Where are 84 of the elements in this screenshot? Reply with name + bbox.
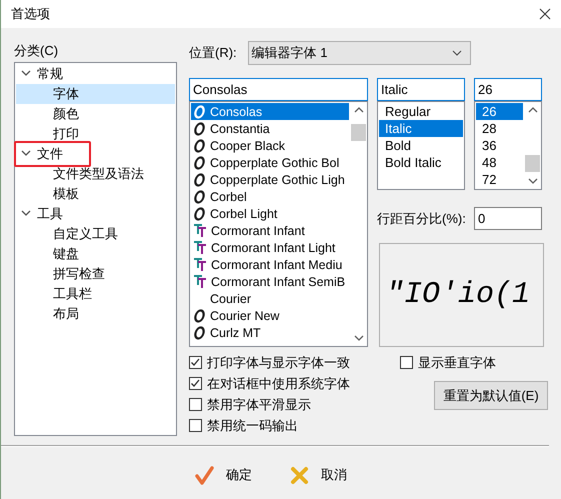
scroll-thumb[interactable] xyxy=(525,155,540,172)
tree-item[interactable]: 字体 xyxy=(16,84,175,104)
font-list-item[interactable]: Copperplate Gothic Bol xyxy=(191,154,349,171)
tree-item[interactable]: 文件 xyxy=(37,145,63,163)
checkbox-label: 打印字体与显示字体一致 xyxy=(207,354,350,372)
check-icon xyxy=(190,378,201,389)
checkbox-label: 在对话框中使用系统字体 xyxy=(207,374,350,392)
window-title: 首选项 xyxy=(11,5,50,23)
tree-item[interactable]: 拼写检查 xyxy=(16,264,175,284)
checkbox[interactable] xyxy=(400,356,413,369)
font-preview: "IO'io(1 xyxy=(379,243,544,347)
cross-icon xyxy=(290,466,309,484)
style-list-item[interactable]: Italic xyxy=(379,120,463,137)
truetype-font-icon xyxy=(193,240,207,255)
caret-icon xyxy=(452,50,462,56)
truetype-font-icon xyxy=(193,223,207,238)
size-list-item[interactable]: 26 xyxy=(476,103,523,120)
opentype-font-icon xyxy=(193,138,206,152)
size-list-item[interactable]: 36 xyxy=(476,137,523,154)
tree-item[interactable]: 颜色 xyxy=(16,104,175,124)
opentype-font-icon xyxy=(193,104,206,118)
tree-item[interactable]: 工具 xyxy=(37,205,63,223)
opentype-font-icon xyxy=(193,156,206,170)
scroll-thumb[interactable] xyxy=(351,124,366,141)
font-list-item[interactable]: Curlz MT xyxy=(191,324,349,341)
font-list-item[interactable]: Cormorant Infant SemiB xyxy=(191,273,349,290)
truetype-font-icon xyxy=(193,274,207,289)
close-icon[interactable] xyxy=(539,8,551,20)
font-input-field[interactable]: Consolas xyxy=(189,78,368,101)
location-label: 位置(R): xyxy=(189,44,237,62)
opentype-font-icon xyxy=(193,326,206,340)
checkbox-label: 显示垂直字体 xyxy=(418,354,496,372)
tree-item[interactable]: 模板 xyxy=(16,184,175,204)
truetype-font-icon xyxy=(193,257,207,272)
checkbox-label: 禁用字体平滑显示 xyxy=(207,396,311,414)
scroll-up-icon xyxy=(528,106,538,114)
scroll-down-icon xyxy=(528,177,538,185)
opentype-font-icon xyxy=(193,122,206,136)
size-list-item[interactable]: 72 xyxy=(476,171,523,188)
font-list-item[interactable]: Consolas xyxy=(191,103,349,120)
style-list-item[interactable]: Bold Italic xyxy=(379,154,463,171)
scroll-down-icon xyxy=(354,334,364,342)
tree-item[interactable]: 工具栏 xyxy=(16,284,175,304)
category-label: 分类(C) xyxy=(14,42,60,60)
ok-button[interactable]: 确定 xyxy=(191,461,256,489)
opentype-font-icon xyxy=(193,206,206,220)
font-list-item[interactable]: Cormorant Infant Mediu xyxy=(191,256,349,273)
tree-item[interactable]: 布局 xyxy=(16,304,175,324)
size-list-item[interactable]: 28 xyxy=(476,120,523,137)
font-list-item[interactable]: Corbel xyxy=(191,188,349,205)
opentype-font-icon xyxy=(193,308,206,322)
checkbox[interactable] xyxy=(189,398,202,411)
tree-item[interactable]: 打印 xyxy=(16,124,175,144)
checkbox-label: 禁用统一码输出 xyxy=(207,416,298,434)
style-list-item[interactable]: Regular xyxy=(379,103,463,120)
font-list-item[interactable]: Corbel Light xyxy=(191,205,349,222)
scroll-up-icon xyxy=(354,106,364,114)
cancel-button[interactable]: 取消 xyxy=(286,461,351,489)
checkbox[interactable] xyxy=(189,419,202,432)
line-spacing-field[interactable]: 0 xyxy=(474,207,542,230)
font-list-item[interactable]: Courier xyxy=(191,290,349,307)
tree-item[interactable]: 常规 xyxy=(37,65,63,83)
checkbox[interactable] xyxy=(189,356,202,369)
tree-item[interactable]: 键盘 xyxy=(16,244,175,264)
opentype-font-icon xyxy=(193,190,206,204)
check-icon xyxy=(190,357,201,368)
line-spacing-label: 行距百分比(%): xyxy=(377,210,466,228)
size-list-item[interactable]: 48 xyxy=(476,154,523,171)
tree-item[interactable]: 文件类型及语法 xyxy=(16,164,175,184)
opentype-font-icon xyxy=(193,172,206,186)
font-list-item[interactable]: Cormorant Infant Light xyxy=(191,239,349,256)
font-list-item[interactable]: Courier New xyxy=(191,307,349,324)
reset-button[interactable]: 重置为默认值(E) xyxy=(434,381,548,410)
style-input-field[interactable]: Italic xyxy=(377,78,465,101)
font-list-item[interactable]: Cooper Black xyxy=(191,137,349,154)
tree-item[interactable]: 自定义工具 xyxy=(16,224,175,244)
checkbox[interactable] xyxy=(189,377,202,390)
font-list-item[interactable]: Copperplate Gothic Ligh xyxy=(191,171,349,188)
style-list-item[interactable]: Bold xyxy=(379,137,463,154)
location-dropdown[interactable]: 编辑器字体 1 xyxy=(248,41,471,65)
checkmark-icon xyxy=(195,466,214,484)
font-list-item[interactable]: Cormorant Infant xyxy=(191,222,349,239)
size-input-field[interactable]: 26 xyxy=(474,78,542,101)
font-list-item[interactable]: Constantia xyxy=(191,120,349,137)
